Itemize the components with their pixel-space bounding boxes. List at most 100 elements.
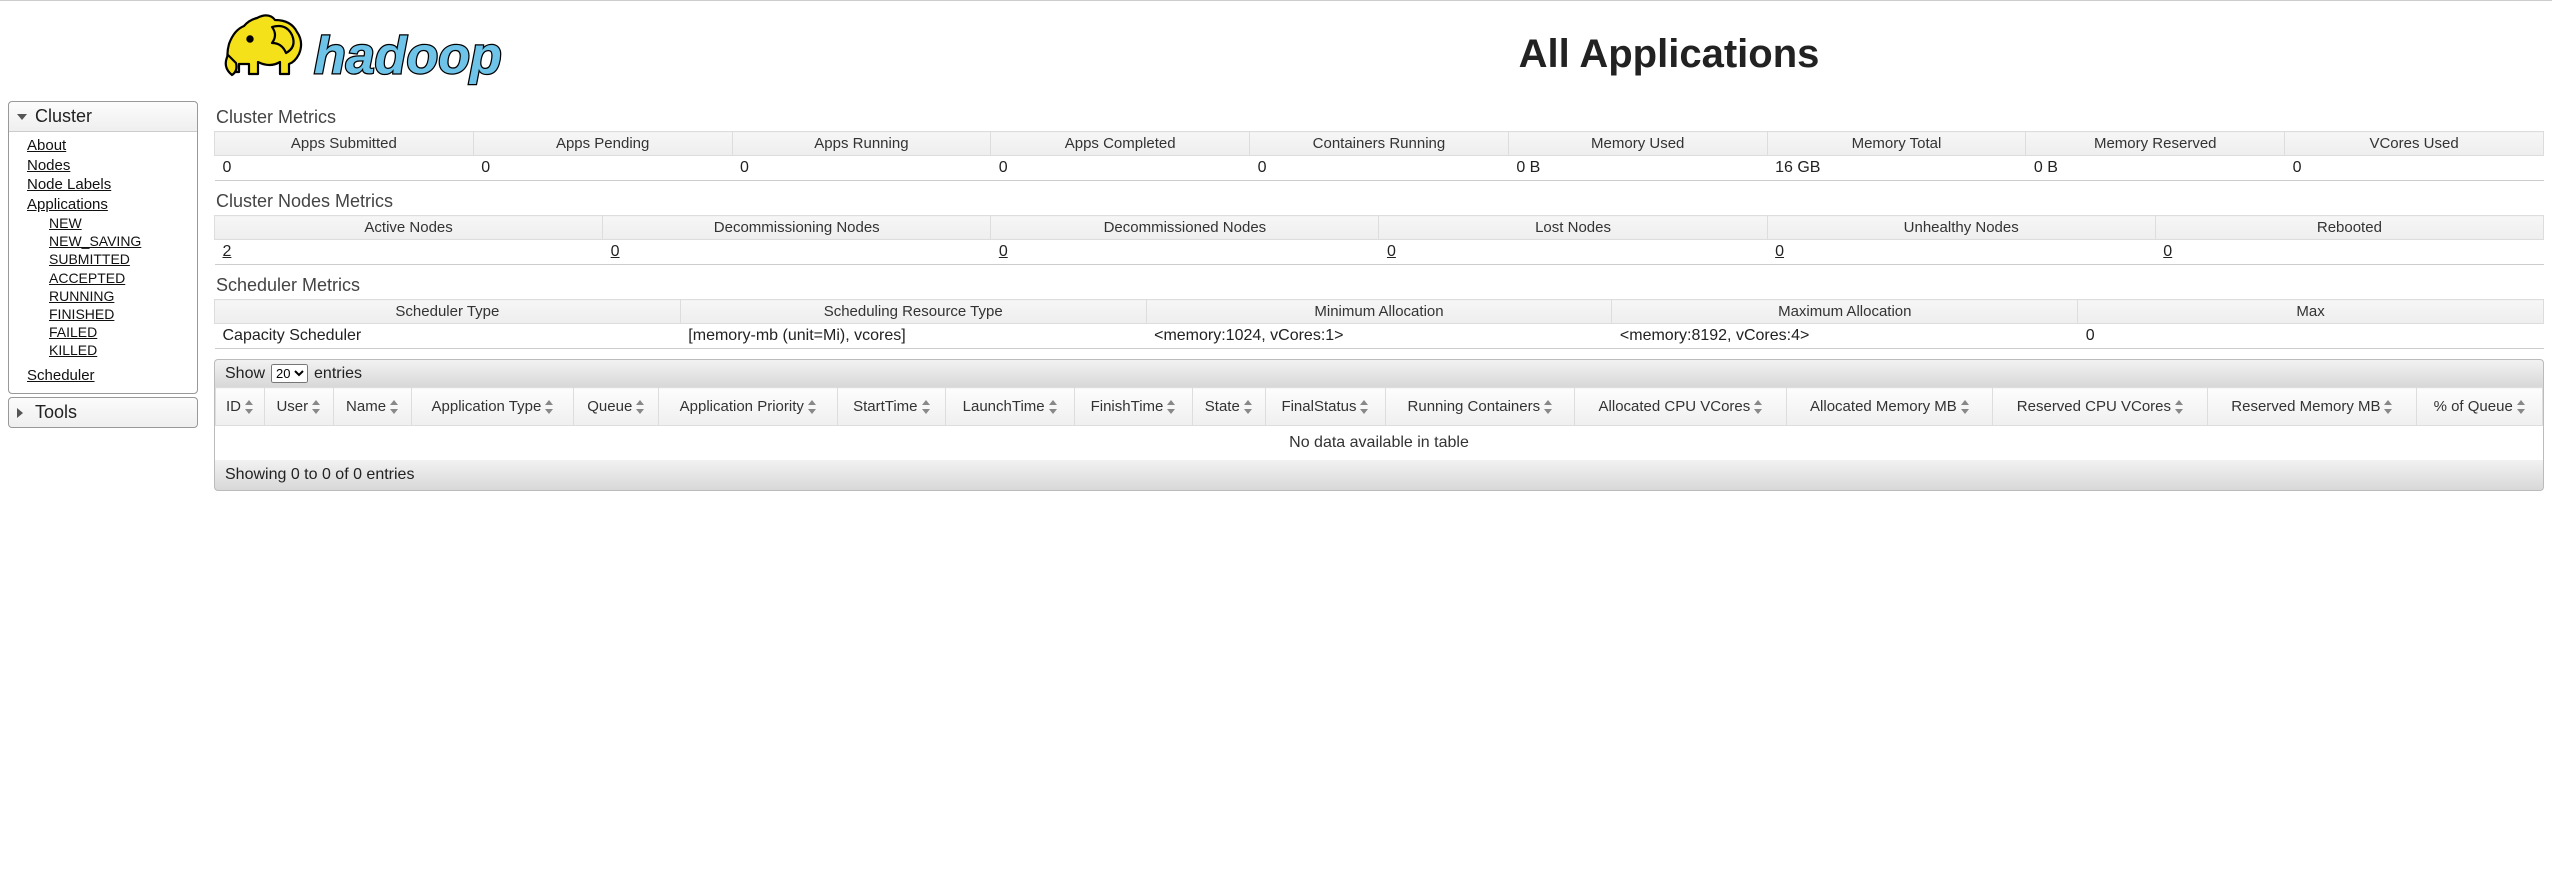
col-apps-running: Apps Running bbox=[732, 132, 991, 156]
nav-scheduler[interactable]: Scheduler bbox=[9, 366, 197, 386]
col-memory-used: Memory Used bbox=[1508, 132, 1767, 156]
nav-state-killed[interactable]: KILLED bbox=[31, 341, 197, 359]
col-launch[interactable]: LaunchTime bbox=[946, 388, 1075, 426]
col-res-cpu[interactable]: Reserved CPU VCores bbox=[1993, 388, 2208, 426]
sort-icon bbox=[244, 400, 254, 414]
val-memory-total: 16 GB bbox=[1767, 156, 2026, 181]
nav-state-new-saving[interactable]: NEW_SAVING bbox=[31, 232, 197, 250]
apps-empty-message: No data available in table bbox=[216, 426, 2543, 461]
col-final[interactable]: FinalStatus bbox=[1265, 388, 1386, 426]
nav-state-failed[interactable]: FAILED bbox=[31, 323, 197, 341]
val-scheduler-type: Capacity Scheduler bbox=[215, 324, 681, 349]
main-content: hadoop All Applications Cluster Metrics … bbox=[214, 11, 2544, 491]
col-decommissioning-nodes: Decommissioning Nodes bbox=[603, 216, 991, 240]
col-unhealthy-nodes: Unhealthy Nodes bbox=[1767, 216, 2155, 240]
sort-icon bbox=[2174, 400, 2184, 414]
col-rebooted-nodes: Rebooted bbox=[2155, 216, 2543, 240]
sort-icon bbox=[807, 400, 817, 414]
sort-icon bbox=[1543, 400, 1553, 414]
show-label-post: entries bbox=[314, 365, 362, 383]
sort-icon bbox=[2516, 400, 2526, 414]
sidebar-accordion-tools[interactable]: Tools bbox=[9, 398, 197, 427]
col-state[interactable]: State bbox=[1192, 388, 1265, 426]
hadoop-logo: hadoop bbox=[214, 11, 574, 97]
col-queue[interactable]: Queue bbox=[574, 388, 659, 426]
page-title: All Applications bbox=[574, 32, 2544, 77]
col-alloc-mem[interactable]: Allocated Memory MB bbox=[1787, 388, 1993, 426]
val-unhealthy-nodes[interactable]: 0 bbox=[1767, 240, 2155, 265]
col-finish[interactable]: FinishTime bbox=[1075, 388, 1193, 426]
section-title-nodes-metrics: Cluster Nodes Metrics bbox=[216, 191, 2544, 212]
val-resource-type: [memory-mb (unit=Mi), vcores] bbox=[680, 324, 1146, 349]
val-vcores-used: 0 bbox=[2285, 156, 2544, 181]
col-apps-submitted: Apps Submitted bbox=[215, 132, 474, 156]
show-label-pre: Show bbox=[225, 365, 265, 383]
val-max: 0 bbox=[2078, 324, 2544, 349]
col-lost-nodes: Lost Nodes bbox=[1379, 216, 1767, 240]
col-start[interactable]: StartTime bbox=[838, 388, 946, 426]
col-max-alloc: Maximum Allocation bbox=[1612, 300, 2078, 324]
col-active-nodes: Active Nodes bbox=[215, 216, 603, 240]
sidebar-section-cluster: Cluster About Nodes Node Labels Applicat… bbox=[8, 101, 198, 394]
sort-icon bbox=[1359, 400, 1369, 414]
val-apps-pending: 0 bbox=[473, 156, 732, 181]
page-size-select[interactable]: 20 bbox=[271, 364, 308, 383]
cluster-metrics-table: Apps Submitted Apps Pending Apps Running… bbox=[214, 131, 2544, 181]
sort-icon bbox=[921, 400, 931, 414]
val-memory-reserved: 0 B bbox=[2026, 156, 2285, 181]
nav-state-running[interactable]: RUNNING bbox=[31, 287, 197, 305]
nodes-metrics-table: Active Nodes Decommissioning Nodes Decom… bbox=[214, 215, 2544, 265]
sort-icon bbox=[1960, 400, 1970, 414]
val-rebooted-nodes[interactable]: 0 bbox=[2155, 240, 2543, 265]
col-resource-type: Scheduling Resource Type bbox=[680, 300, 1146, 324]
col-memory-reserved: Memory Reserved bbox=[2026, 132, 2285, 156]
nav-nodes[interactable]: Nodes bbox=[9, 156, 197, 176]
col-app-type[interactable]: Application Type bbox=[412, 388, 574, 426]
scheduler-metrics-table: Scheduler Type Scheduling Resource Type … bbox=[214, 299, 2544, 349]
col-apps-pending: Apps Pending bbox=[473, 132, 732, 156]
col-running-containers[interactable]: Running Containers bbox=[1386, 388, 1575, 426]
col-apps-completed: Apps Completed bbox=[991, 132, 1250, 156]
section-title-scheduler-metrics: Scheduler Metrics bbox=[216, 275, 2544, 296]
col-priority[interactable]: Application Priority bbox=[659, 388, 838, 426]
col-alloc-cpu[interactable]: Allocated CPU VCores bbox=[1575, 388, 1787, 426]
sort-icon bbox=[635, 400, 645, 414]
col-id[interactable]: ID bbox=[216, 388, 265, 426]
val-apps-completed: 0 bbox=[991, 156, 1250, 181]
col-res-mem[interactable]: Reserved Memory MB bbox=[2208, 388, 2417, 426]
logo-text: hadoop bbox=[314, 27, 502, 85]
sort-icon bbox=[389, 400, 399, 414]
sort-icon bbox=[1753, 400, 1763, 414]
col-decommissioned-nodes: Decommissioned Nodes bbox=[991, 216, 1379, 240]
sort-icon bbox=[311, 400, 321, 414]
nav-about[interactable]: About bbox=[9, 136, 197, 156]
sidebar-section-tools: Tools bbox=[8, 397, 198, 428]
val-min-alloc: <memory:1024, vCores:1> bbox=[1146, 324, 1612, 349]
col-min-alloc: Minimum Allocation bbox=[1146, 300, 1612, 324]
col-name[interactable]: Name bbox=[333, 388, 412, 426]
val-lost-nodes[interactable]: 0 bbox=[1379, 240, 1767, 265]
applications-table: ID User Name Application Type Queue Appl… bbox=[215, 387, 2543, 460]
val-decommissioning-nodes[interactable]: 0 bbox=[603, 240, 991, 265]
col-user[interactable]: User bbox=[264, 388, 333, 426]
sort-icon bbox=[2383, 400, 2393, 414]
sort-icon bbox=[1166, 400, 1176, 414]
val-memory-used: 0 B bbox=[1508, 156, 1767, 181]
nav-state-accepted[interactable]: ACCEPTED bbox=[31, 269, 197, 287]
apps-table-footer: Showing 0 to 0 of 0 entries bbox=[214, 460, 2544, 491]
val-decommissioned-nodes[interactable]: 0 bbox=[991, 240, 1379, 265]
nav-state-submitted[interactable]: SUBMITTED bbox=[31, 250, 197, 268]
nav-node-labels[interactable]: Node Labels bbox=[9, 175, 197, 195]
nav-state-new[interactable]: NEW bbox=[31, 214, 197, 232]
sort-icon bbox=[544, 400, 554, 414]
sort-icon bbox=[1243, 400, 1253, 414]
col-containers-running: Containers Running bbox=[1250, 132, 1509, 156]
section-title-cluster-metrics: Cluster Metrics bbox=[216, 107, 2544, 128]
sidebar-accordion-cluster[interactable]: Cluster bbox=[9, 102, 197, 131]
val-active-nodes[interactable]: 2 bbox=[215, 240, 603, 265]
nav-state-finished[interactable]: FINISHED bbox=[31, 305, 197, 323]
nav-applications[interactable]: Applications bbox=[9, 195, 197, 215]
col-pct-queue[interactable]: % of Queue bbox=[2417, 388, 2543, 426]
col-vcores-used: VCores Used bbox=[2285, 132, 2544, 156]
col-memory-total: Memory Total bbox=[1767, 132, 2026, 156]
